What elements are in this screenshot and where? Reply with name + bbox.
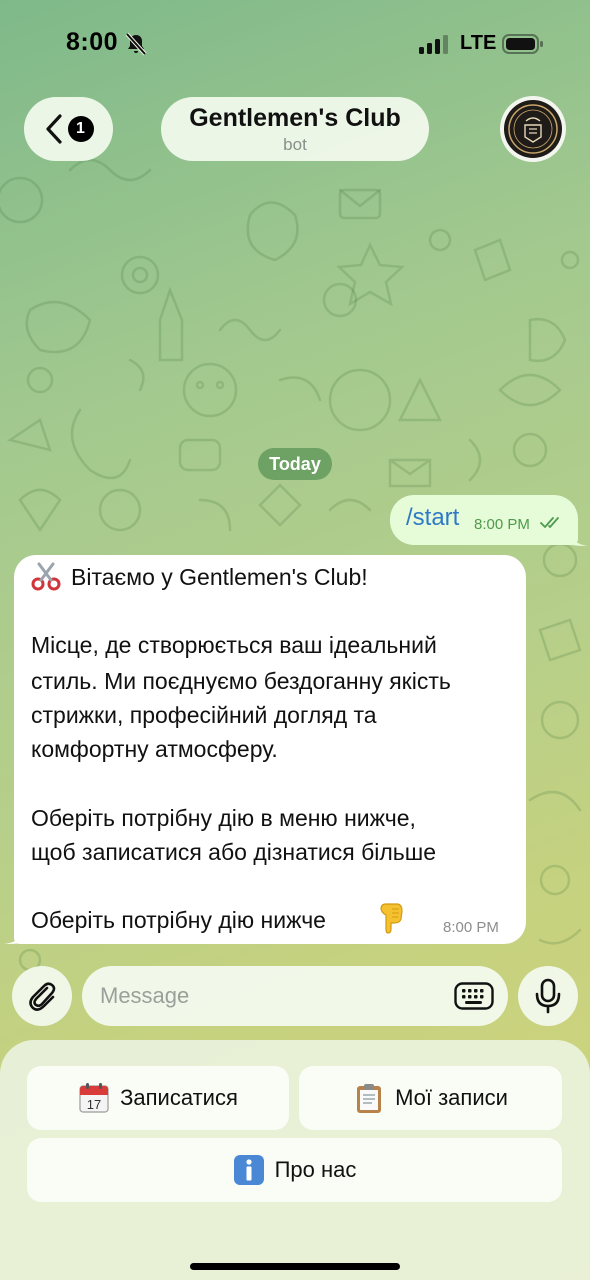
battery-icon (502, 34, 543, 54)
double-check-icon (540, 517, 559, 528)
bot-reply-keyboard: 17 Записатися Мої записи Про нас (0, 1040, 590, 1280)
book-appointment-button[interactable]: 17 Записатися (27, 1066, 289, 1130)
home-indicator[interactable] (190, 1263, 400, 1270)
chat-title-pill[interactable]: Gentlemen's Club bot (161, 97, 429, 161)
status-bar: 8:00 LTE (0, 0, 590, 90)
keyboard-icon[interactable] (454, 982, 494, 1010)
calendar-icon: 17 (79, 1083, 109, 1113)
bell-muted-icon (125, 32, 147, 56)
my-appointments-button[interactable]: Мої записи (299, 1066, 562, 1130)
chat-subtitle: bot (283, 135, 307, 154)
pointing-down-icon (380, 903, 403, 934)
cellular-signal-icon (419, 35, 448, 54)
chevron-left-icon (45, 114, 62, 144)
message-line: комфортну атмосферу. (31, 736, 278, 762)
message-line: Вітаємо у Gentlemen's Club! (71, 564, 368, 590)
clipboard-icon (357, 1084, 382, 1113)
message-line: щоб записатися або дізнатися більше (31, 839, 437, 865)
info-icon (233, 1155, 264, 1185)
paperclip-icon (29, 982, 56, 1011)
about-us-label: Про нас (274, 1157, 357, 1182)
message-line: Місце, де створюється ваш ідеальний (31, 632, 437, 658)
message-time: 8:00 PM (474, 516, 530, 533)
network-type: LTE (460, 32, 497, 54)
status-time: 8:00 (66, 28, 119, 56)
bubble-tail (568, 530, 588, 546)
message-line: Оберіть потрібну дію нижче (31, 907, 326, 933)
message-line: стиль. Ми поєднуємо бездоганну якість (31, 668, 451, 694)
microphone-icon (535, 978, 561, 1014)
microphone-button[interactable] (518, 966, 578, 1026)
unread-badge: 1 (67, 116, 94, 142)
club-logo-icon (504, 100, 562, 158)
outgoing-message[interactable]: /start 8:00 PM (390, 495, 578, 545)
scissors-icon (31, 562, 61, 591)
message-input[interactable]: Message (82, 966, 508, 1026)
date-separator: Today (258, 448, 332, 480)
message-time: 8:00 PM (443, 919, 499, 936)
bot-avatar[interactable] (500, 96, 566, 162)
about-us-button[interactable]: Про нас (27, 1138, 562, 1202)
calendar-day: 17 (87, 1097, 101, 1112)
back-button[interactable]: 1 (24, 97, 113, 161)
book-appointment-label: Записатися (120, 1085, 238, 1110)
message-line: Оберіть потрібну дію в меню нижче, (31, 805, 416, 831)
message-line: стрижки, професійний догляд та (31, 702, 377, 728)
my-appointments-label: Мої записи (395, 1085, 508, 1110)
chat-title: Gentlemen's Club (189, 104, 401, 132)
outgoing-message-text[interactable]: /start (406, 504, 459, 532)
incoming-message[interactable]: Вітаємо у Gentlemen's Club! Місце, де ст… (14, 555, 526, 944)
attach-button[interactable] (12, 966, 72, 1026)
message-placeholder: Message (100, 983, 190, 1008)
